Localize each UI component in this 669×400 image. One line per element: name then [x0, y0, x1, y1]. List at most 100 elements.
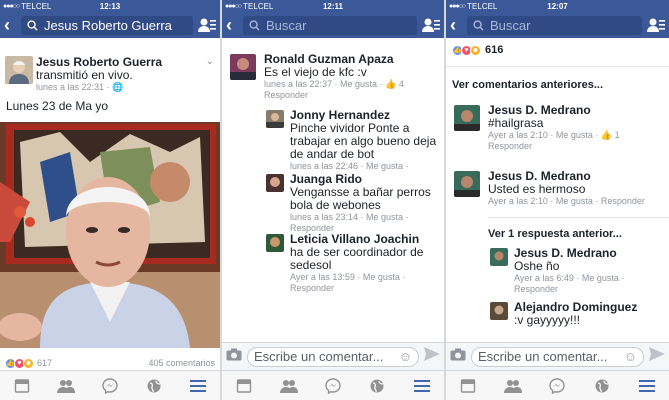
status-bar: ●●●○○ TELCEL 12:13 [0, 0, 220, 12]
back-icon[interactable]: ‹ [450, 16, 462, 34]
comment-meta: lunes a las 22:37 · Me gusta · 👍 4 [264, 79, 444, 90]
friends-icon[interactable] [57, 377, 75, 395]
globe-icon: 🌐 [112, 82, 124, 92]
bottom-tab-bar [222, 370, 444, 400]
camera-icon[interactable] [450, 348, 466, 366]
comment-meta: lunes a las 22:46 · Me gusta · [290, 161, 409, 171]
comment-item: Jesus D. Medrano #hailgrasa Ayer a las 2… [446, 103, 669, 161]
globe-icon[interactable] [593, 377, 611, 395]
commenter-name[interactable]: Jesus D. Medrano [488, 103, 669, 117]
search-placeholder: Buscar [490, 17, 531, 33]
friends-icon[interactable] [503, 377, 522, 395]
search-input[interactable]: Jesus Roberto Guerra [21, 15, 193, 35]
reply-link[interactable]: Responder [514, 284, 669, 295]
avatar[interactable] [454, 105, 480, 131]
messenger-icon[interactable] [324, 377, 342, 395]
friend-requests-icon[interactable] [647, 17, 665, 33]
emoji-icon[interactable]: ☺ [399, 349, 412, 364]
comment-meta: Ayer a las 2:10 · Me gusta · Responder [488, 196, 645, 206]
post-action: transmitió en vivo. [36, 68, 133, 82]
send-icon[interactable] [649, 347, 665, 366]
commenter-name[interactable]: Jesus D. Medrano [488, 169, 669, 183]
live-video[interactable] [0, 122, 220, 348]
post-header: Jesus Roberto Guerra transmitió en vivo.… [0, 38, 220, 96]
reply-link[interactable]: Responder [488, 141, 669, 152]
post-stats: 👍 ♥ ☻ 617 405 comentarios [0, 356, 220, 370]
commenter-name[interactable]: Alejandro Dominguez [514, 300, 669, 314]
commenter-name[interactable]: Jesus D. Medrano [514, 246, 669, 260]
comment-time: Ayer a las 2:10 · Me gusta · [488, 130, 599, 140]
haha-reaction-icon: ☻ [470, 44, 481, 56]
comments-panel: ●●●○○ TELCEL 12:11 ‹ Buscar Ronald Guzman… [222, 0, 444, 400]
search-input[interactable]: Buscar [243, 15, 417, 35]
menu-icon[interactable] [413, 377, 431, 395]
avatar[interactable] [266, 174, 284, 192]
commenter-name[interactable]: Leticia Villano Joachin [290, 232, 444, 246]
friend-requests-icon[interactable] [422, 17, 440, 33]
reply-item: Juanga Rido Vengansse a bañar perros bol… [222, 172, 444, 233]
reaction-count: 616 [485, 44, 504, 56]
like-icon: 👍 [385, 79, 397, 89]
back-icon[interactable]: ‹ [226, 16, 238, 34]
news-feed-icon[interactable] [459, 377, 477, 395]
avatar[interactable] [230, 54, 256, 80]
status-time: 12:13 [99, 1, 121, 11]
camera-icon[interactable] [226, 348, 242, 366]
back-icon[interactable]: ‹ [4, 16, 16, 34]
menu-icon[interactable] [189, 377, 207, 395]
emoji-icon[interactable]: ☺ [624, 349, 637, 364]
comment-item: Jesus D. Medrano Usted es hermoso Ayer a… [446, 169, 669, 213]
comment-meta: Ayer a las 6:49 · Me gusta · [514, 273, 625, 283]
reply-item: Leticia Villano Joachin ha de ser coordi… [222, 232, 444, 293]
comment-count[interactable]: 405 comentarios [148, 358, 215, 369]
avatar[interactable] [266, 110, 284, 128]
like-count: 4 [398, 79, 404, 89]
comment-meta: Ayer a las 2:10 · Me gusta · 👍 1 [488, 130, 669, 141]
comment-input[interactable]: Escribe un comentar... ☺ [247, 346, 419, 367]
reaction-count: 617 [37, 357, 53, 368]
status-bar: ●●●○○ TELCEL 12:07 [446, 0, 669, 12]
news-feed-icon[interactable] [235, 377, 253, 395]
reaction-summary[interactable]: 👍 ♥ ☻ 616 [446, 40, 669, 60]
search-placeholder: Buscar [266, 17, 307, 33]
comment-meta: lunes a las 23:14 · Me gusta · [290, 212, 409, 222]
commenter-name[interactable]: Ronald Guzman Apaza [264, 52, 444, 66]
post-timestamp[interactable]: lunes a las 22:31 [36, 82, 104, 92]
avatar[interactable] [5, 56, 33, 84]
comment-placeholder: Escribe un comentar... [254, 349, 384, 364]
reply-link[interactable]: Responder [264, 90, 444, 101]
comment-text: Usted es hermoso [488, 182, 586, 196]
reaction-summary[interactable]: 👍 ♥ ☻ 617 [5, 357, 53, 369]
comment-input[interactable]: Escribe un comentar... ☺ [471, 346, 644, 367]
comment-text: ha de ser coordinador de sedesol [290, 245, 424, 272]
post-panel: ●●●○○ TELCEL 12:13 ‹ Jesus Roberto Guerra… [0, 0, 220, 400]
messenger-icon[interactable] [101, 377, 119, 395]
news-feed-icon[interactable] [13, 377, 31, 395]
comments-panel-2: ●●●○○ TELCEL 12:07 ‹ Buscar 👍 ♥ ☻ 616 Ver… [446, 0, 669, 400]
chevron-down-icon[interactable]: ⌄ [206, 56, 214, 67]
comment-text: Es el viejo de kfc :v [264, 65, 367, 79]
send-icon[interactable] [424, 347, 440, 366]
menu-icon[interactable] [638, 377, 656, 395]
avatar[interactable] [266, 234, 284, 252]
comment-time: lunes a las 22:37 · Me gusta · [264, 79, 383, 89]
avatar[interactable] [454, 171, 480, 197]
avatar[interactable] [490, 302, 508, 320]
friend-requests-icon[interactable] [198, 17, 216, 33]
comment-meta: Ayer a las 13:59 · Me gusta · [290, 272, 406, 282]
like-count: 1 [614, 130, 620, 140]
search-input[interactable]: Buscar [467, 15, 642, 35]
see-previous-comments-link[interactable]: Ver comentarios anteriores... [446, 66, 669, 97]
messenger-icon[interactable] [548, 377, 566, 395]
search-icon [27, 19, 38, 31]
reply-link[interactable]: Responder [290, 283, 444, 294]
commenter-name[interactable]: Jonny Hernandez [290, 108, 444, 122]
like-icon: 👍 [600, 130, 613, 140]
globe-icon[interactable] [145, 377, 163, 395]
commenter-name[interactable]: Juanga Rido [290, 172, 444, 186]
friends-icon[interactable] [279, 377, 298, 395]
see-previous-replies-link[interactable]: Ver 1 respuesta anterior... [488, 217, 669, 246]
comment-text: :v gayyyyy!!! [514, 313, 581, 327]
avatar[interactable] [490, 248, 508, 266]
globe-icon[interactable] [368, 377, 386, 395]
